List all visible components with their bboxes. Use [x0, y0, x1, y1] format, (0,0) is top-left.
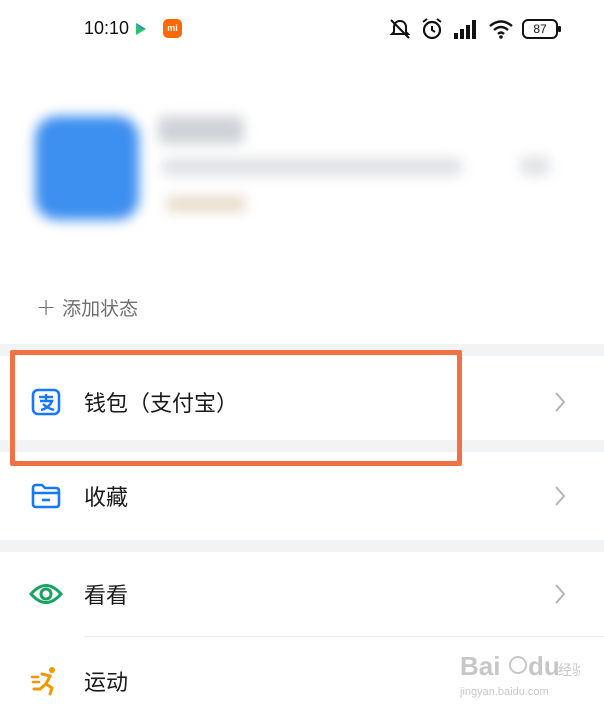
baidu-watermark: Bai du 经验 jingyan.baidu.com [459, 645, 586, 701]
menu-item-favorites[interactable]: 收藏 [0, 450, 604, 542]
svg-text:Bai: Bai [460, 651, 500, 681]
eye-icon [28, 576, 64, 612]
chevron-right-icon [555, 486, 566, 506]
profile-status-blurred [166, 196, 246, 212]
menu-item-label: 钱包（支付宝） [84, 392, 239, 417]
svg-text:jingyan.baidu.com: jingyan.baidu.com [460, 686, 549, 698]
menu-item-wallet[interactable]: 钱包（支付宝） [0, 356, 604, 448]
status-bar: 10:10 mi 87 [0, 0, 604, 60]
avatar[interactable] [35, 116, 139, 220]
svg-text:du: du [528, 651, 560, 681]
alipay-icon [28, 384, 64, 420]
menu-item-label: 运动 [84, 671, 129, 696]
run-icon [28, 663, 64, 699]
qr-code-blurred[interactable] [520, 156, 550, 176]
chevron-right-icon [555, 584, 566, 604]
alarm-icon [422, 18, 442, 40]
status-time: 10:10 [84, 18, 130, 38]
chevron-right-icon [555, 392, 566, 412]
svg-text:经验: 经验 [558, 663, 580, 679]
mi-icon: mi [163, 19, 182, 38]
baidu-logo: Bai du 经验 jingyan.baidu.com [459, 651, 586, 698]
profile-name-blurred [158, 116, 244, 144]
folder-icon [28, 478, 64, 514]
status-icons: 87 [388, 16, 561, 42]
menu-item-label: 收藏 [84, 486, 129, 511]
play-icon [136, 23, 146, 35]
mute-icon [389, 19, 411, 39]
plus-icon: + [36, 293, 57, 321]
add-status-button[interactable]: + 添加状态 [36, 292, 138, 322]
section-divider [0, 344, 604, 356]
profile-header[interactable] [0, 80, 604, 270]
signal-icon [454, 20, 476, 39]
add-status-label: 添加状态 [62, 297, 139, 320]
profile-id-blurred [162, 158, 462, 176]
menu-item-label: 看看 [84, 584, 129, 609]
battery-icon: 87 [522, 19, 561, 39]
menu-item-watch[interactable]: 看看 [0, 548, 604, 640]
wifi-icon [489, 20, 513, 39]
